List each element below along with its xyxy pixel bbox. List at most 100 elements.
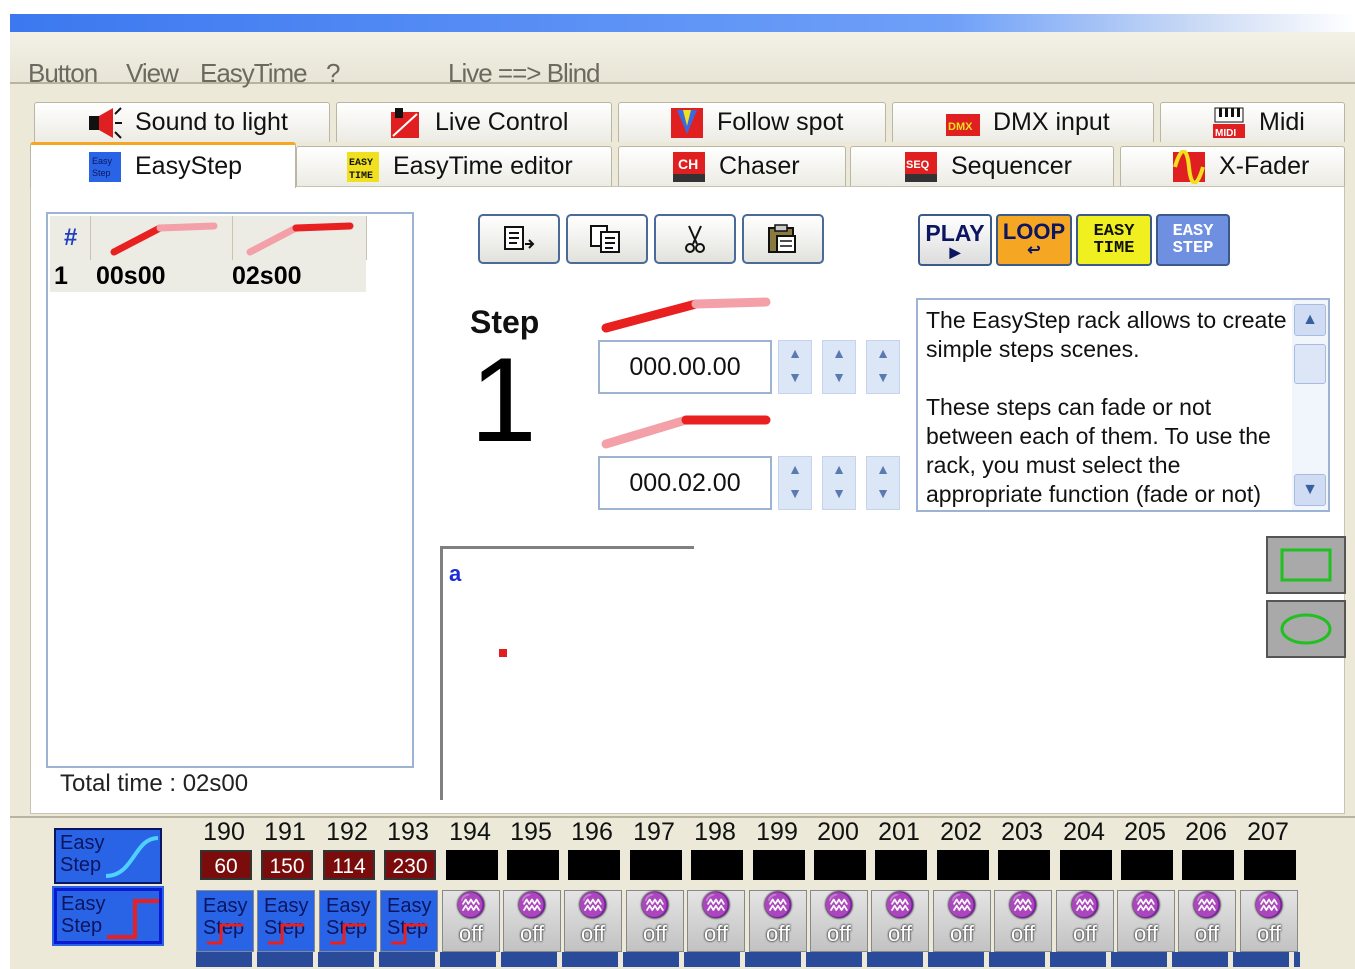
- help-textbox[interactable]: The EasyStep rack allows to create simpl…: [916, 298, 1330, 512]
- channel-easystep-button[interactable]: Easy Step: [257, 890, 315, 952]
- channel-off-button[interactable]: ♒ off: [564, 890, 622, 952]
- scroll-thumb[interactable]: [1294, 344, 1326, 384]
- scroll-down-icon[interactable]: ▼: [1294, 474, 1326, 506]
- channel-number: 200: [817, 818, 859, 846]
- tab-midi[interactable]: MIDI Midi: [1160, 102, 1345, 142]
- svg-text:Easy: Easy: [92, 156, 113, 166]
- easy-time-button[interactable]: EASY TIME: [1076, 214, 1152, 266]
- tab-follow-spot[interactable]: Follow spot: [618, 102, 886, 142]
- step-list[interactable]: # 1 00s00 02s00: [46, 212, 414, 768]
- menu-easytime[interactable]: EasyTime: [200, 58, 308, 89]
- channel-number: 207: [1247, 818, 1289, 846]
- menu-button[interactable]: Button: [28, 58, 98, 89]
- tab-dmx-input[interactable]: DMX DMX input: [892, 102, 1154, 142]
- channel-number: 196: [571, 818, 613, 846]
- step-row[interactable]: 1 00s00 02s00: [50, 260, 366, 292]
- tab-label: Sound to light: [135, 108, 288, 136]
- fade-in-curve-icon: [601, 297, 771, 333]
- down-arrow-icon[interactable]: ▼: [779, 481, 811, 505]
- loop-button[interactable]: LOOP ↩: [996, 214, 1072, 266]
- channel-off-button[interactable]: ♒ off: [1056, 890, 1114, 952]
- rectangle-shape-button[interactable]: [1266, 536, 1346, 594]
- down-arrow-icon[interactable]: ▼: [823, 481, 855, 505]
- fade-in-spinner-2[interactable]: ▲ ▼: [822, 340, 856, 394]
- channel-off-button[interactable]: ♒ off: [871, 890, 929, 952]
- tab-chaser[interactable]: CH Chaser: [618, 146, 846, 186]
- menu-help[interactable]: ?: [326, 58, 341, 89]
- channel-off-button[interactable]: ♒ off: [626, 890, 684, 952]
- fade-in-spinner-3[interactable]: ▲ ▼: [866, 340, 900, 394]
- down-arrow-icon[interactable]: ▼: [867, 365, 899, 389]
- channel-off-button[interactable]: ♒ off: [442, 890, 500, 952]
- fader-icon: ♒: [517, 892, 547, 919]
- help-scrollbar[interactable]: ▲ ▼: [1292, 300, 1328, 510]
- tab-easytime-editor[interactable]: EASY TIME EasyTime editor: [296, 146, 612, 186]
- easytime-icon: EASY TIME: [345, 150, 381, 184]
- cut-button[interactable]: [654, 214, 736, 264]
- channel-number: 203: [1001, 818, 1043, 846]
- channel-off-button[interactable]: ♒ off: [749, 890, 807, 952]
- fade-out-spinner-1[interactable]: ▲ ▼: [778, 456, 812, 510]
- tab-live-control[interactable]: Live Control: [336, 102, 612, 142]
- menu-view[interactable]: View: [126, 58, 179, 89]
- channel-value: [568, 850, 620, 880]
- fade-out-spinner-2[interactable]: ▲ ▼: [822, 456, 856, 510]
- new-step-button[interactable]: [478, 214, 560, 264]
- tab-label: Sequencer: [951, 152, 1072, 180]
- easystep-step-mode-button[interactable]: Easy Step: [52, 886, 164, 946]
- channel-off-button[interactable]: ♒ off: [1178, 890, 1236, 952]
- channel-easystep-button[interactable]: Easy Step: [380, 890, 438, 952]
- channel-number: 205: [1124, 818, 1166, 846]
- easy-time-label-2: TIME: [1093, 239, 1135, 258]
- channel-off-button[interactable]: ♒ off: [1117, 890, 1175, 952]
- live-blind-toggle[interactable]: Live ==> Blind: [448, 58, 601, 89]
- svg-text:MIDI: MIDI: [1215, 128, 1236, 139]
- tab-label: Follow spot: [717, 108, 844, 136]
- channel-number: 193: [387, 818, 429, 846]
- channel-value: [446, 850, 498, 880]
- easy-step-button[interactable]: EASY STEP: [1156, 214, 1230, 266]
- mode-label-1: Easy: [60, 832, 105, 854]
- channel-easystep-button[interactable]: Easy Step: [196, 890, 254, 952]
- preview-area[interactable]: a: [440, 546, 694, 800]
- up-arrow-icon[interactable]: ▲: [823, 341, 855, 365]
- down-arrow-icon[interactable]: ▼: [779, 365, 811, 389]
- channel-button-label-1: Easy: [326, 895, 371, 917]
- channel-off-button[interactable]: ♒ off: [687, 890, 745, 952]
- copy-button[interactable]: [566, 214, 648, 264]
- rectangle-icon: [1280, 548, 1332, 582]
- up-arrow-icon[interactable]: ▲: [823, 457, 855, 481]
- up-arrow-icon[interactable]: ▲: [867, 457, 899, 481]
- channel-off-button[interactable]: ♒ off: [994, 890, 1052, 952]
- fade-out-spinner-3[interactable]: ▲ ▼: [866, 456, 900, 510]
- easystep-fade-mode-button[interactable]: Easy Step: [54, 828, 162, 884]
- channel-value: 150: [261, 850, 313, 880]
- tab-sound-to-light[interactable]: Sound to light: [34, 102, 330, 142]
- fade-out-time-field[interactable]: 000.02.00: [598, 456, 772, 510]
- up-arrow-icon[interactable]: ▲: [867, 341, 899, 365]
- tab-sequencer[interactable]: SEQ Sequencer: [850, 146, 1114, 186]
- up-arrow-icon[interactable]: ▲: [779, 457, 811, 481]
- fade-out-curve-icon: [601, 415, 771, 449]
- channel-off-button[interactable]: ♒ off: [810, 890, 868, 952]
- ellipse-shape-button[interactable]: [1266, 600, 1346, 658]
- channel-easystep-button[interactable]: Easy Step: [319, 890, 377, 952]
- down-arrow-icon[interactable]: ▼: [823, 365, 855, 389]
- channel-value: [875, 850, 927, 880]
- fader-icon: ♒: [1070, 892, 1100, 919]
- fade-in-spinner-1[interactable]: ▲ ▼: [778, 340, 812, 394]
- down-arrow-icon[interactable]: ▼: [867, 481, 899, 505]
- tab-xfader[interactable]: X-Fader: [1120, 146, 1345, 186]
- tab-easystep[interactable]: Easy Step EasyStep: [30, 142, 296, 188]
- up-arrow-icon[interactable]: ▲: [779, 341, 811, 365]
- channel-off-label: off: [949, 921, 975, 946]
- fade-in-time-field[interactable]: 000.00.00: [598, 340, 772, 394]
- channel-off-button[interactable]: ♒ off: [1240, 890, 1298, 952]
- scroll-up-icon[interactable]: ▲: [1294, 304, 1326, 336]
- channel-off-button[interactable]: ♒ off: [933, 890, 991, 952]
- play-button[interactable]: PLAY ▶: [918, 214, 992, 266]
- paste-button[interactable]: [742, 214, 824, 264]
- channel-off-button[interactable]: ♒ off: [503, 890, 561, 952]
- fader-icon: ♒: [578, 892, 608, 919]
- step-number-header: #: [64, 224, 78, 251]
